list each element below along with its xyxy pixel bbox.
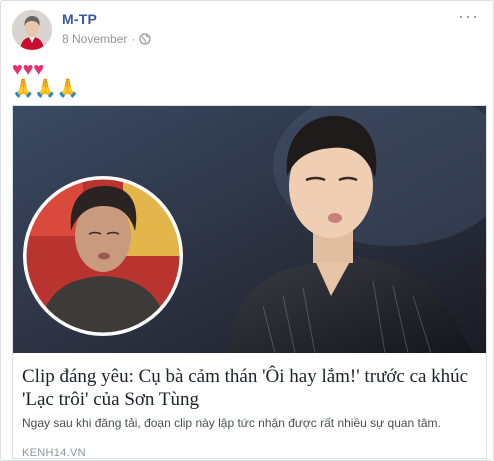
post-meta: 8 November · xyxy=(62,32,151,46)
globe-icon[interactable] xyxy=(139,33,151,45)
link-preview-body[interactable]: Clip đáng yêu: Cụ bà cảm thán 'Ôi hay lắ… xyxy=(13,353,486,459)
link-preview-image[interactable] xyxy=(13,106,486,353)
author-avatar[interactable] xyxy=(12,10,52,50)
link-preview-card[interactable]: Clip đáng yêu: Cụ bà cảm thán 'Ôi hay lắ… xyxy=(12,105,487,459)
facebook-post: M-TP 8 November · ··· ♥♥♥ 🙏🙏🙏 Clip đáng … xyxy=(0,0,494,461)
preview-photo xyxy=(13,106,486,353)
link-description: Ngay sau khi đăng tải, đoạn clip này lập… xyxy=(22,416,441,430)
post-text-pray: 🙏🙏🙏 xyxy=(12,78,80,98)
author-name[interactable]: M-TP xyxy=(62,11,97,27)
meta-separator: · xyxy=(131,32,136,46)
avatar-image xyxy=(12,10,52,50)
more-options-icon[interactable]: ··· xyxy=(458,7,479,25)
post-text-hearts: ♥♥♥ xyxy=(12,59,45,79)
link-domain: KENH14.VN xyxy=(22,447,86,459)
link-title[interactable]: Clip đáng yêu: Cụ bà cảm thán 'Ôi hay lắ… xyxy=(22,365,474,411)
post-date[interactable]: 8 November xyxy=(62,32,127,46)
